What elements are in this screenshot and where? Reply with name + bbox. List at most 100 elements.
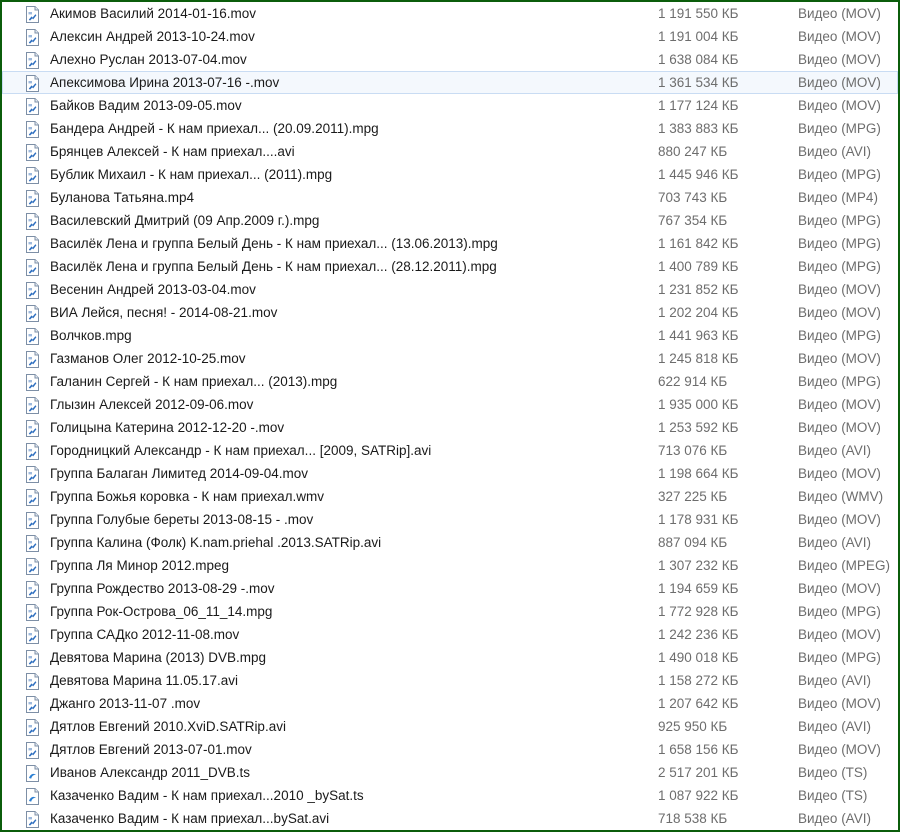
file-row[interactable]: Буланова Татьяна.mp4 703 743 КБ Видео (MP4… [2, 186, 898, 209]
file-name: Бандера Андрей - К нам приехал... (20.09… [50, 121, 379, 136]
file-row[interactable]: Василевский Дмитрий (09 Апр.2009 г.).mpg… [2, 209, 898, 232]
file-name: Василёк Лена и группа Белый День - К нам… [50, 259, 497, 274]
file-name: Группа Рождество 2013-08-29 -.mov [50, 581, 275, 596]
file-size: 1 400 789 КБ [658, 259, 739, 274]
file-row[interactable]: Акимов Василий 2014-01-16.mov 1 191 550 К… [2, 2, 898, 25]
file-row[interactable]: Группа САДко 2012-11-08.mov 1 242 236 КБ В… [2, 623, 898, 646]
file-row[interactable]: Иванов Александр 2011_DVB.ts 2 517 201 КБ… [2, 761, 898, 784]
file-row[interactable]: Бандера Андрей - К нам приехал... (20.09… [2, 117, 898, 140]
video-file-icon [25, 581, 40, 598]
file-type: Видео (AVI) [798, 673, 871, 688]
file-size: 1 307 232 КБ [658, 558, 739, 573]
file-type: Видео (MPG) [798, 236, 881, 251]
file-row[interactable]: Василёк Лена и группа Белый День - К нам… [2, 255, 898, 278]
file-row[interactable]: Алексин Андрей 2013-10-24.mov 1 191 004 К… [2, 25, 898, 48]
video-file-icon [25, 650, 40, 667]
file-name: Девятова Марина 11.05.17.avi [50, 673, 239, 688]
file-name: Группа Калина (Фолк) K.nam.priehal .2013… [50, 535, 382, 550]
file-type: Видео (MOV) [798, 581, 881, 596]
file-row[interactable]: Девятова Марина (2013) DVB.mpg 1 490 018 … [2, 646, 898, 669]
file-type: Видео (AVI) [798, 811, 871, 826]
file-type: Видео (MPG) [798, 121, 881, 136]
file-size: 2 517 201 КБ [658, 765, 739, 780]
file-row[interactable]: Бублик Михаил - К нам приехал... (2011).… [2, 163, 898, 186]
file-type: Видео (TS) [798, 765, 868, 780]
video-file-icon [25, 213, 40, 230]
file-row[interactable]: Дятлов Евгений 2010.XviD.SATRip.avi 925 9… [2, 715, 898, 738]
file-type: Видео (MPG) [798, 213, 881, 228]
file-row[interactable]: Байков Вадим 2013-09-05.mov 1 177 124 КБ В… [2, 94, 898, 117]
file-row[interactable]: Голицына Катерина 2012-12-20 -.mov 1 253 … [2, 416, 898, 439]
video-file-icon [25, 351, 40, 368]
file-type: Видео (MOV) [798, 420, 881, 435]
file-row[interactable]: Группа Рок-Острова_06_11_14.mpg 1 772 928… [2, 600, 898, 623]
video-file-icon [25, 167, 40, 184]
file-row[interactable]: Газманов Олег 2012-10-25.mov 1 245 818 КБ… [2, 347, 898, 370]
video-file-icon [25, 121, 40, 138]
file-type: Видео (AVI) [798, 535, 871, 550]
file-name: Глызин Алексей 2012-09-06.mov [50, 397, 254, 412]
file-size: 880 247 КБ [658, 144, 728, 159]
file-size: 1 490 018 КБ [658, 650, 739, 665]
file-size: 718 538 КБ [658, 811, 728, 826]
file-row[interactable]: Василёк Лена и группа Белый День - К нам… [2, 232, 898, 255]
video-file-icon [25, 627, 40, 644]
file-type: Видео (MOV) [798, 466, 881, 481]
file-name: Байков Вадим 2013-09-05.mov [50, 98, 242, 113]
file-type: Видео (MPEG) [798, 558, 890, 573]
file-row[interactable]: Группа Рождество 2013-08-29 -.mov 1 194 6… [2, 577, 898, 600]
file-row[interactable]: Брянцев Алексей - К нам приехал....avi 88… [2, 140, 898, 163]
file-row[interactable]: Казаченко Вадим - К нам приехал...bySat.… [2, 807, 898, 830]
file-size: 703 743 КБ [658, 190, 728, 205]
file-row[interactable]: Весенин Андрей 2013-03-04.mov 1 231 852 К… [2, 278, 898, 301]
file-row[interactable]: Группа Балаган Лимитед 2014-09-04.mov 1 1… [2, 462, 898, 485]
video-file-icon [25, 443, 40, 460]
file-name: Группа Голубые береты 2013-08-15 - .mov [50, 512, 314, 527]
file-row[interactable]: Джанго 2013-11-07 .mov 1 207 642 КБ Видео … [2, 692, 898, 715]
file-row[interactable]: Галанин Сергей - К нам приехал... (2013)… [2, 370, 898, 393]
file-row[interactable]: ВИА Лейся, песня! - 2014-08-21.mov 1 202 … [2, 301, 898, 324]
video-file-icon [25, 29, 40, 46]
file-row[interactable]: Группа Ля Минор 2012.mpeg 1 307 232 КБ Вид… [2, 554, 898, 577]
file-name: Газманов Олег 2012-10-25.mov [50, 351, 246, 366]
file-row[interactable]: Волчков.mpg 1 441 963 КБ Видео (MPG) [2, 324, 898, 347]
video-file-icon [25, 190, 40, 207]
ts-file-icon [25, 765, 40, 782]
file-size: 1 242 236 КБ [658, 627, 739, 642]
file-row[interactable]: Девятова Марина 11.05.17.avi 1 158 272 КБ… [2, 669, 898, 692]
file-name: Василевский Дмитрий (09 Апр.2009 г.).mpg [50, 213, 320, 228]
video-file-icon [25, 236, 40, 253]
file-row[interactable]: Группа Голубые береты 2013-08-15 - .mov 1… [2, 508, 898, 531]
file-list: Акимов Василий 2014-01-16.mov 1 191 550 К… [2, 2, 898, 830]
file-type: Видео (MPG) [798, 604, 881, 619]
video-file-icon [25, 75, 40, 92]
file-row[interactable]: Группа Божья коровка - К нам приехал.wmv… [2, 485, 898, 508]
file-type: Видео (MOV) [798, 397, 881, 412]
video-file-icon [25, 811, 40, 828]
file-row[interactable]: Городницкий Александр - К нам приехал...… [2, 439, 898, 462]
file-row[interactable]: Дятлов Евгений 2013-07-01.mov 1 658 156 К… [2, 738, 898, 761]
file-row[interactable]: Глызин Алексей 2012-09-06.mov 1 935 000 К… [2, 393, 898, 416]
file-size: 1 361 534 КБ [658, 75, 739, 90]
file-name: Иванов Александр 2011_DVB.ts [50, 765, 250, 780]
file-size: 1 202 204 КБ [658, 305, 739, 320]
video-file-icon [25, 742, 40, 759]
file-name: Василёк Лена и группа Белый День - К нам… [50, 236, 498, 251]
video-file-icon [25, 374, 40, 391]
file-name: Группа Ля Минор 2012.mpeg [50, 558, 230, 573]
file-row[interactable]: Алехно Руслан 2013-07-04.mov 1 638 084 КБ… [2, 48, 898, 71]
file-row[interactable]: Казаченко Вадим - К нам приехал...2010 _… [2, 784, 898, 807]
file-type: Видео (MPG) [798, 374, 881, 389]
file-size: 1 658 156 КБ [658, 742, 739, 757]
file-row[interactable]: Группа Калина (Фолк) K.nam.priehal .2013… [2, 531, 898, 554]
file-type: Видео (MPG) [798, 167, 881, 182]
file-name: Волчков.mpg [50, 328, 132, 343]
file-type: Видео (AVI) [798, 719, 871, 734]
file-type: Видео (AVI) [798, 443, 871, 458]
file-size: 887 094 КБ [658, 535, 728, 550]
file-size: 1 772 928 КБ [658, 604, 739, 619]
file-size: 1 245 818 КБ [658, 351, 739, 366]
file-row[interactable]: Апексимова Ирина 2013-07-16 -.mov 1 361 5… [2, 71, 898, 94]
file-name: Алексин Андрей 2013-10-24.mov [50, 29, 255, 44]
file-size: 1 087 922 КБ [658, 788, 739, 803]
